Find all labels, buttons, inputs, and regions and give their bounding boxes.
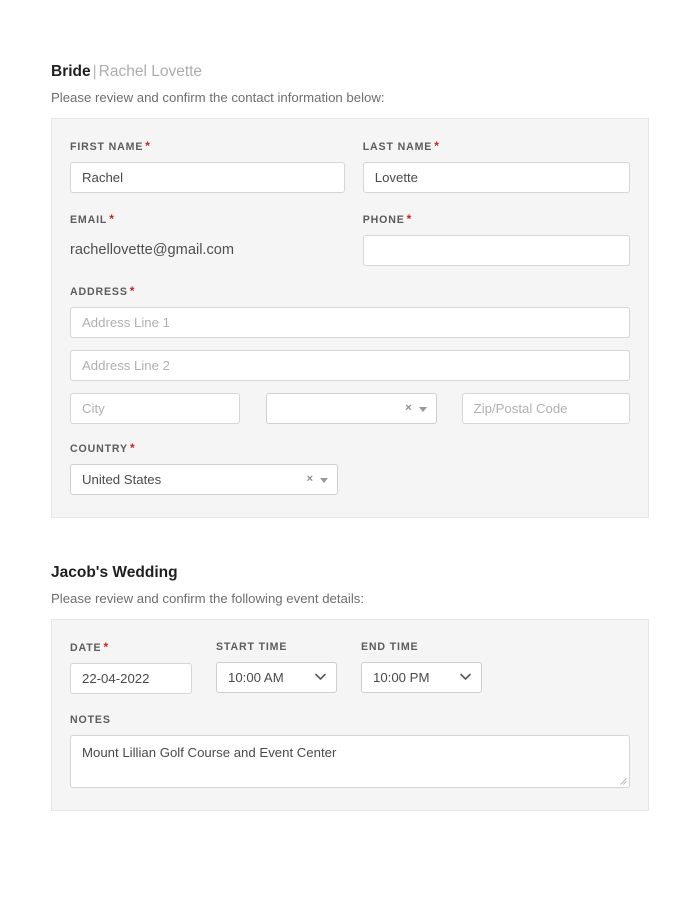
required-asterisk: * bbox=[434, 139, 439, 153]
first-name-label: FIRST NAME* bbox=[70, 140, 345, 154]
email-label: EMAIL* bbox=[70, 213, 345, 227]
date-field: DATE* 22-04-2022 bbox=[70, 641, 192, 694]
state-select[interactable]: × bbox=[266, 393, 436, 424]
address-line-1-wrap: Address Line 1 bbox=[70, 307, 630, 338]
address-label: ADDRESS* bbox=[70, 285, 630, 299]
first-name-input[interactable]: Rachel bbox=[70, 162, 345, 193]
last-name-input[interactable]: Lovette bbox=[363, 162, 630, 193]
clear-icon[interactable]: × bbox=[307, 465, 313, 494]
event-section-subtitle: Please review and confirm the following … bbox=[51, 590, 649, 608]
start-time-field: START TIME 10:00 AM bbox=[216, 641, 337, 694]
required-asterisk: * bbox=[130, 284, 135, 298]
start-time-label: START TIME bbox=[216, 641, 337, 654]
notes-textarea[interactable]: Mount Lillian Golf Course and Event Cent… bbox=[70, 735, 630, 788]
contact-heading-separator: | bbox=[91, 63, 99, 80]
notes-value: Mount Lillian Golf Course and Event Cent… bbox=[82, 745, 336, 760]
event-panel: DATE* 22-04-2022 START TIME 10:00 AM END… bbox=[51, 619, 649, 811]
last-name-field: LAST NAME* Lovette bbox=[363, 140, 630, 193]
phone-label: PHONE* bbox=[363, 213, 630, 227]
notes-field: NOTES Mount Lillian Golf Course and Even… bbox=[70, 714, 630, 788]
zip-input[interactable]: Zip/Postal Code bbox=[462, 393, 630, 424]
clear-icon[interactable]: × bbox=[405, 394, 411, 423]
country-field: COUNTRY* United States × bbox=[70, 442, 364, 495]
resize-handle-icon[interactable] bbox=[620, 778, 627, 785]
zip-wrap: Zip/Postal Code bbox=[462, 393, 630, 424]
country-select-value: United States bbox=[71, 465, 337, 494]
phone-input[interactable] bbox=[363, 235, 630, 266]
section-spacer bbox=[51, 518, 649, 563]
start-time-select[interactable]: 10:00 AM bbox=[216, 662, 337, 693]
required-asterisk: * bbox=[109, 212, 114, 226]
date-input[interactable]: 22-04-2022 bbox=[70, 663, 192, 694]
first-name-field: FIRST NAME* Rachel bbox=[70, 140, 345, 193]
required-asterisk: * bbox=[103, 640, 108, 654]
notes-label: NOTES bbox=[70, 714, 630, 727]
end-time-field: END TIME 10:00 PM bbox=[361, 641, 482, 694]
country-label: COUNTRY* bbox=[70, 442, 364, 456]
city-wrap: City bbox=[70, 393, 240, 424]
contact-section-heading: Bride|Rachel Lovette bbox=[51, 62, 649, 82]
city-state-zip-row: City × Zip/Postal Code bbox=[70, 393, 630, 424]
email-field: EMAIL* rachellovette@gmail.com bbox=[70, 213, 345, 266]
event-section-heading: Jacob's Wedding bbox=[51, 563, 649, 583]
required-asterisk: * bbox=[145, 139, 150, 153]
address-line-2-wrap: Address Line 2 bbox=[70, 350, 630, 381]
date-time-row: DATE* 22-04-2022 START TIME 10:00 AM END… bbox=[70, 641, 630, 694]
name-row: FIRST NAME* Rachel LAST NAME* Lovette bbox=[70, 140, 630, 193]
phone-field: PHONE* bbox=[363, 213, 630, 266]
address-field: ADDRESS* Address Line 1 Address Line 2 C… bbox=[70, 285, 630, 424]
chevron-down-icon[interactable] bbox=[419, 407, 427, 412]
last-name-label: LAST NAME* bbox=[363, 140, 630, 154]
city-input[interactable]: City bbox=[70, 393, 240, 424]
chevron-down-icon[interactable] bbox=[320, 478, 328, 483]
state-wrap: × bbox=[266, 393, 436, 424]
chevron-down-icon[interactable] bbox=[460, 673, 471, 681]
required-asterisk: * bbox=[407, 212, 412, 226]
address-line-1-input[interactable]: Address Line 1 bbox=[70, 307, 630, 338]
contact-panel: FIRST NAME* Rachel LAST NAME* Lovette EM… bbox=[51, 118, 649, 518]
email-value: rachellovette@gmail.com bbox=[70, 235, 345, 266]
contact-heading-name: Rachel Lovette bbox=[99, 63, 202, 80]
end-time-label: END TIME bbox=[361, 641, 482, 654]
address-line-2-input[interactable]: Address Line 2 bbox=[70, 350, 630, 381]
contact-heading-role: Bride bbox=[51, 63, 91, 80]
contact-section-subtitle: Please review and confirm the contact in… bbox=[51, 89, 649, 107]
event-heading-title: Jacob's Wedding bbox=[51, 564, 178, 581]
form-page: Bride|Rachel Lovette Please review and c… bbox=[0, 0, 700, 811]
country-select[interactable]: United States × bbox=[70, 464, 338, 495]
date-label: DATE* bbox=[70, 641, 192, 655]
chevron-down-icon[interactable] bbox=[315, 673, 326, 681]
end-time-select[interactable]: 10:00 PM bbox=[361, 662, 482, 693]
email-phone-row: EMAIL* rachellovette@gmail.com PHONE* bbox=[70, 213, 630, 266]
required-asterisk: * bbox=[130, 441, 135, 455]
